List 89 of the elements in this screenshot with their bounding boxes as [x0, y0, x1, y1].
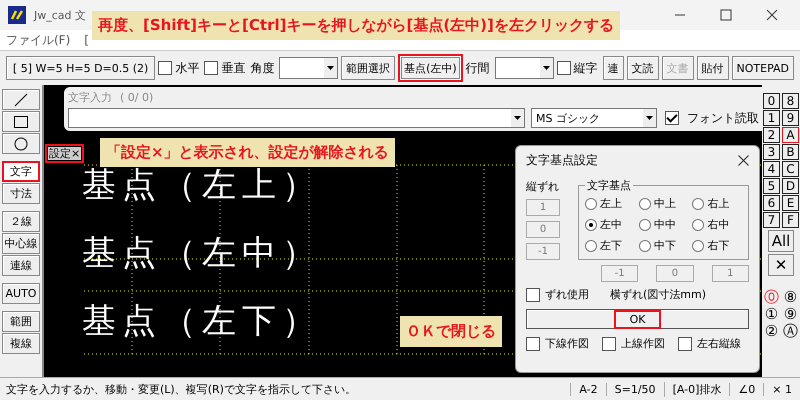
- radio-label: 右中: [707, 217, 730, 232]
- checkbox-label: 上線作図: [621, 336, 665, 351]
- checkbox-label: 水平: [175, 60, 200, 76]
- checkbox-label: ずれ使用: [545, 287, 589, 302]
- drawing-text: 基点（左上）: [82, 165, 322, 205]
- tool-button[interactable]: 寸法: [2, 183, 40, 204]
- checkbox-label: 左右縦線: [697, 336, 741, 351]
- tool-button[interactable]: AUTO: [2, 283, 40, 304]
- checkbox-label: フォント読取: [687, 110, 759, 126]
- number-field[interactable]: 1: [526, 199, 560, 216]
- layer-group-button[interactable]: ⑧: [782, 288, 799, 304]
- layer-button[interactable]: 1: [763, 110, 780, 126]
- panel-label: 文字入力: [68, 90, 112, 105]
- status-cell: × 1: [763, 382, 800, 396]
- dialog-title: 文字基点設定: [526, 152, 598, 168]
- number-field[interactable]: -1: [601, 265, 638, 282]
- number-field[interactable]: -1: [526, 243, 560, 260]
- layer-button[interactable]: D: [782, 178, 799, 194]
- font-dropdown[interactable]: MS ゴシック: [531, 108, 657, 128]
- radio-label: 中上: [654, 196, 676, 211]
- checkbox-label: 垂直: [221, 60, 246, 76]
- status-cell: ∠0: [729, 382, 764, 396]
- toolbar-button[interactable]: 貼付: [696, 56, 729, 80]
- layer-button[interactable]: All: [768, 230, 794, 252]
- radio-label: 右上: [707, 196, 730, 211]
- ok-label: OK: [614, 310, 662, 328]
- toolbar-button[interactable]: 基点(左中): [398, 54, 463, 82]
- layer-group-button[interactable]: ⑨: [782, 305, 799, 321]
- layer-button[interactable]: 9: [782, 110, 799, 126]
- tool-button[interactable]: 複線: [2, 333, 40, 354]
- layer-group-button[interactable]: Ⓐ: [782, 322, 799, 338]
- tool-button[interactable]: 文字: [2, 161, 40, 182]
- layer-button[interactable]: 8: [782, 93, 799, 109]
- group-label: 文字基点: [585, 178, 634, 193]
- toolbar-button[interactable]: 連: [602, 56, 624, 80]
- tool-button[interactable]: 連線: [2, 255, 40, 276]
- layer-button[interactable]: 7: [763, 212, 780, 228]
- layer-group-button[interactable]: ②: [763, 322, 780, 338]
- number-field[interactable]: 1: [712, 265, 749, 282]
- tool-button[interactable]: ２線: [2, 211, 40, 232]
- number-field[interactable]: 0: [656, 265, 694, 282]
- layer-button[interactable]: 0: [763, 93, 780, 109]
- setting-badge[interactable]: 設定×: [45, 144, 84, 163]
- radio-label: 中中: [654, 217, 676, 232]
- callout-note: ＯＫで閉じる: [400, 316, 502, 347]
- layer-button[interactable]: ✕: [768, 254, 794, 276]
- toolbar-button[interactable]: 文読: [626, 56, 659, 80]
- field-label: 行間: [466, 60, 490, 76]
- callout-note: 再度、[Shift]キーと[Ctrl]キーを押しながら[基点(左中)]を左クリックする: [92, 11, 620, 40]
- layer-button[interactable]: A: [782, 127, 799, 143]
- status-message: 文字を入力するか、移動・変更(L)、複写(R)で文字を指示して下さい。: [5, 382, 357, 396]
- layer-button[interactable]: 6: [763, 195, 780, 211]
- status-cell: [A-0]排水: [664, 382, 730, 396]
- toolbar-button[interactable]: NOTEPAD: [732, 56, 794, 80]
- status-cell: S=1/50: [606, 382, 664, 396]
- ok-button[interactable]: OK: [526, 309, 749, 329]
- drawing-text: 基点（左下）: [82, 301, 322, 341]
- radio-label: 左下: [600, 238, 622, 253]
- tool-button[interactable]: 範囲: [2, 311, 40, 332]
- layer-button[interactable]: E: [782, 195, 799, 211]
- radio-label: 左上: [600, 196, 622, 211]
- window-title: Jw_cad 文: [34, 8, 86, 22]
- layer-button[interactable]: C: [782, 161, 799, 177]
- checkbox-label: 縦字: [574, 60, 598, 76]
- layer-button[interactable]: 5: [763, 178, 780, 194]
- checkbox-label: 下線作図: [545, 336, 589, 351]
- layer-group-button[interactable]: ①: [763, 305, 780, 321]
- tool-button[interactable]: 中心線: [2, 233, 40, 254]
- field-label: 角度: [250, 60, 274, 76]
- radio-label: 左中: [600, 217, 622, 232]
- radio-label: 右下: [707, 238, 730, 253]
- callout-note: 「設定×」と表示され、設定が解除される: [100, 138, 395, 167]
- field-label: 横ずれ(図寸法mm): [610, 287, 706, 302]
- status-cell: A-2: [570, 382, 606, 396]
- field-label: 縦ずれ: [526, 179, 560, 194]
- toolbar-button[interactable]: [ 5] W=5 H=5 D=0.5 (2): [6, 56, 156, 80]
- menu-item[interactable]: [: [84, 33, 89, 47]
- drawing-text: 基点（左中）: [82, 233, 322, 273]
- layer-button[interactable]: 3: [763, 144, 780, 160]
- number-field[interactable]: 0: [526, 221, 560, 238]
- menu-item[interactable]: ファイル(F): [6, 32, 70, 48]
- radio-label: 中下: [654, 238, 676, 253]
- layer-button[interactable]: 2: [763, 127, 780, 143]
- toolbar-button[interactable]: 範囲選択: [341, 56, 396, 80]
- layer-button[interactable]: B: [782, 144, 799, 160]
- character-count: ( 0/ 0): [120, 91, 154, 104]
- layer-button[interactable]: 4: [763, 161, 780, 177]
- layer-button[interactable]: F: [782, 212, 799, 228]
- layer-group-button[interactable]: ⓪: [763, 288, 780, 304]
